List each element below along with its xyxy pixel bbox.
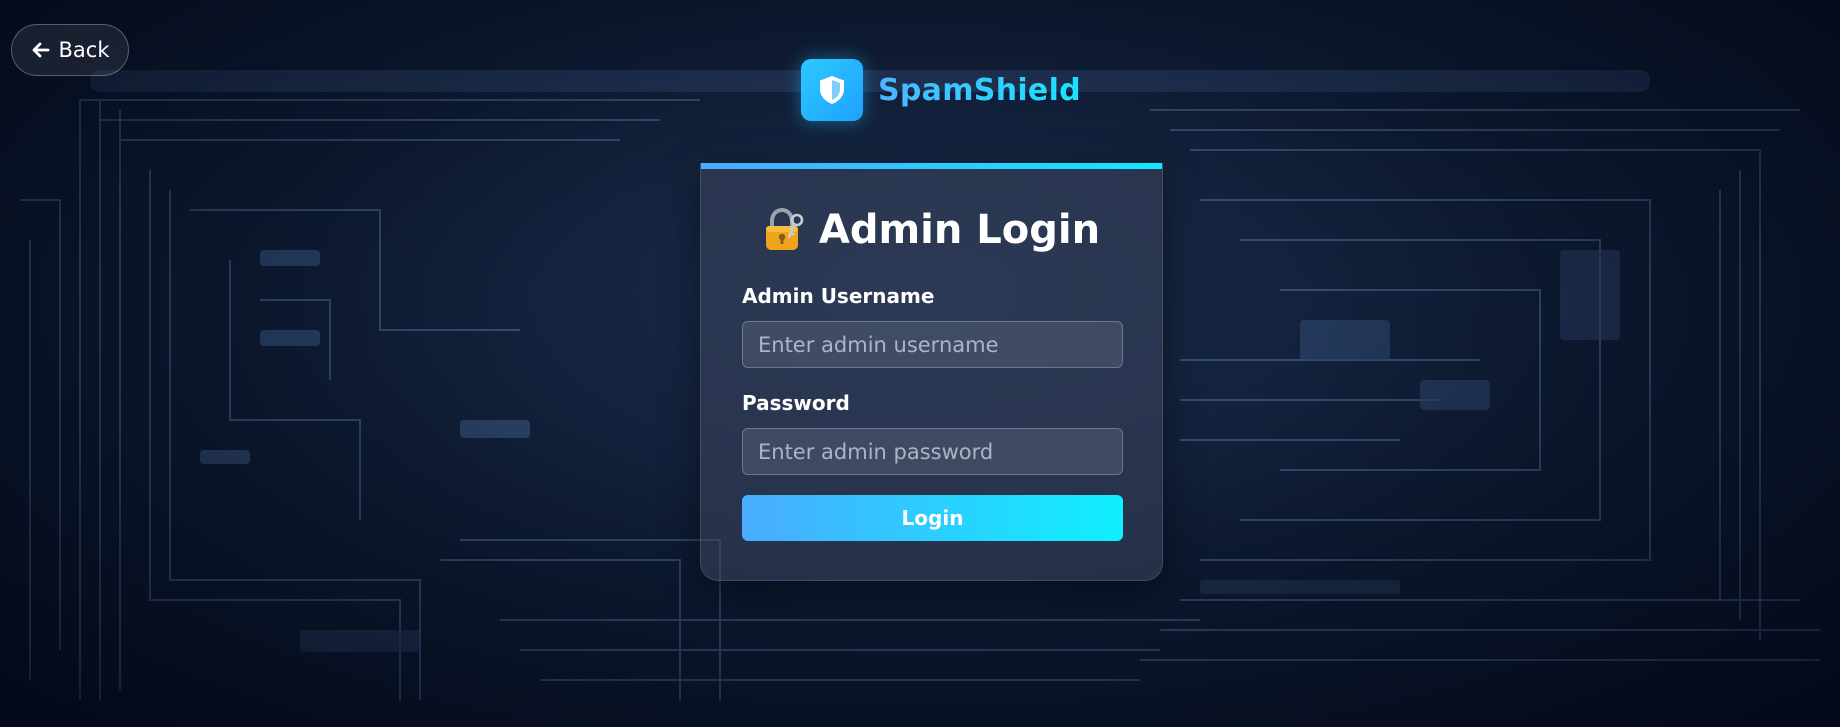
login-button[interactable]: Login bbox=[742, 495, 1123, 541]
shield-icon bbox=[820, 76, 844, 104]
brand-name: SpamShield bbox=[878, 72, 1081, 108]
brand-header: SpamShield bbox=[801, 59, 1081, 121]
card-title: Admin Login bbox=[701, 207, 1162, 253]
card-accent-bar bbox=[701, 163, 1162, 169]
card-title-text: Admin Login bbox=[818, 207, 1101, 253]
username-input[interactable] bbox=[742, 321, 1123, 368]
back-button-label: Back bbox=[58, 38, 110, 62]
back-button[interactable]: Back bbox=[11, 24, 129, 76]
lock-with-key-icon bbox=[765, 208, 804, 250]
username-label: Admin Username bbox=[742, 284, 935, 308]
brand-logo bbox=[801, 59, 863, 121]
password-input[interactable] bbox=[742, 428, 1123, 475]
arrow-left-icon bbox=[32, 42, 49, 58]
admin-login-card: Admin Login Admin Username Password Logi… bbox=[700, 163, 1163, 581]
password-label: Password bbox=[742, 391, 850, 415]
